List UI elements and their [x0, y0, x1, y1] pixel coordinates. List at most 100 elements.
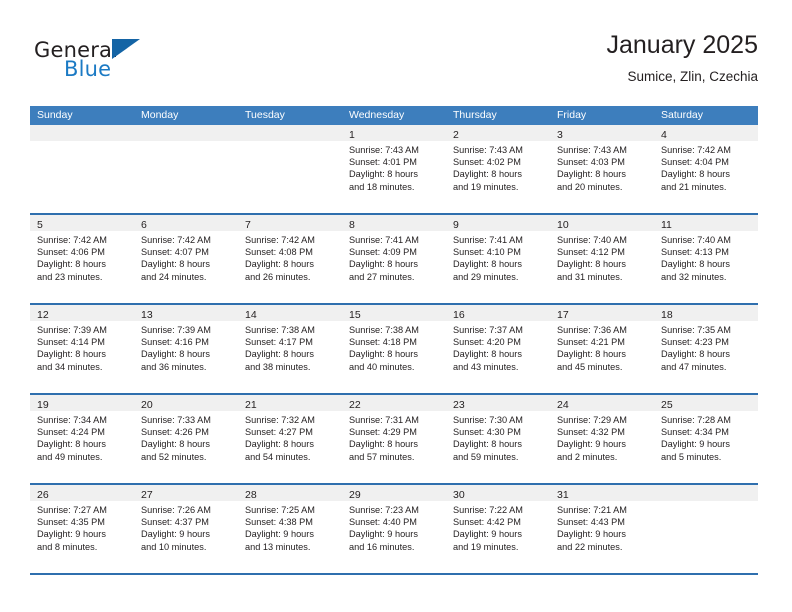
daylight-text-line1: Daylight: 8 hours — [141, 259, 210, 270]
daylight-text-line1: Daylight: 8 hours — [453, 259, 522, 270]
calendar-day-cell[interactable]: 4 Sunrise: 7:42 AM Sunset: 4:04 PM Daylight… — [654, 125, 758, 213]
calendar-day-cell[interactable]: 5 Sunrise: 7:42 AM Sunset: 4:06 PM Daylight… — [30, 215, 134, 303]
calendar-day-cell[interactable]: 17 Sunrise: 7:36 AM Sunset: 4:21 PM Dayligh… — [550, 305, 654, 393]
daylight-text-line1: Daylight: 8 hours — [37, 439, 106, 450]
day-details: Sunrise: 7:25 AM Sunset: 4:38 PM Daylight:… — [238, 501, 342, 553]
brand-name-blue: Blue — [64, 57, 112, 81]
sunset-text: Sunset: 4:13 PM — [661, 247, 729, 258]
calendar-day-cell[interactable]: 22 Sunrise: 7:31 AM Sunset: 4:29 PM Dayligh… — [342, 395, 446, 483]
sunrise-text: Sunrise: 7:43 AM — [453, 145, 523, 155]
sunrise-text: Sunrise: 7:28 AM — [661, 415, 731, 425]
calendar-day-cell[interactable]: 23 Sunrise: 7:30 AM Sunset: 4:30 PM Dayligh… — [446, 395, 550, 483]
calendar-day-cell-empty — [654, 485, 758, 573]
day-number-band: 6 — [134, 215, 238, 231]
sunrise-text: Sunrise: 7:40 AM — [661, 235, 731, 245]
day-number-band: 18 — [654, 305, 758, 321]
calendar-day-cell[interactable]: 11 Sunrise: 7:40 AM Sunset: 4:13 PM Dayligh… — [654, 215, 758, 303]
daylight-text-line2: and 10 minutes. — [141, 541, 207, 552]
weekday-header-row: Sunday Monday Tuesday Wednesday Thursday Frid… — [30, 106, 758, 125]
day-number-band: 10 — [550, 215, 654, 231]
daylight-text-line1: Daylight: 8 hours — [661, 169, 730, 180]
page-header: General Blue January 2025 Sumice, Zlin, … — [34, 30, 758, 98]
day-details: Sunrise: 7:40 AM Sunset: 4:12 PM Daylight:… — [550, 231, 654, 283]
day-number: 4 — [661, 129, 667, 141]
daylight-text-line1: Daylight: 8 hours — [245, 259, 314, 270]
sunset-text: Sunset: 4:06 PM — [37, 247, 105, 258]
day-number-band: 13 — [134, 305, 238, 321]
calendar-day-cell[interactable]: 19 Sunrise: 7:34 AM Sunset: 4:24 PM Dayligh… — [30, 395, 134, 483]
calendar-day-cell[interactable]: 28 Sunrise: 7:25 AM Sunset: 4:38 PM Dayligh… — [238, 485, 342, 573]
calendar-day-cell[interactable]: 8 Sunrise: 7:41 AM Sunset: 4:09 PM Daylight… — [342, 215, 446, 303]
daylight-text-line2: and 38 minutes. — [245, 361, 311, 372]
sunrise-text: Sunrise: 7:42 AM — [37, 235, 107, 245]
daylight-text-line1: Daylight: 9 hours — [557, 439, 626, 450]
calendar-day-cell[interactable]: 13 Sunrise: 7:39 AM Sunset: 4:16 PM Dayligh… — [134, 305, 238, 393]
calendar-day-cell[interactable]: 27 Sunrise: 7:26 AM Sunset: 4:37 PM Dayligh… — [134, 485, 238, 573]
sunrise-text: Sunrise: 7:33 AM — [141, 415, 211, 425]
calendar-day-cell[interactable]: 25 Sunrise: 7:28 AM Sunset: 4:34 PM Dayligh… — [654, 395, 758, 483]
brand-logo[interactable]: General Blue — [34, 30, 264, 90]
calendar-day-cell[interactable]: 2 Sunrise: 7:43 AM Sunset: 4:02 PM Daylight… — [446, 125, 550, 213]
calendar-day-cell[interactable]: 21 Sunrise: 7:32 AM Sunset: 4:27 PM Dayligh… — [238, 395, 342, 483]
day-details: Sunrise: 7:42 AM Sunset: 4:04 PM Daylight:… — [654, 141, 758, 193]
sunrise-text: Sunrise: 7:30 AM — [453, 415, 523, 425]
daylight-text-line1: Daylight: 8 hours — [453, 349, 522, 360]
daylight-text-line2: and 31 minutes. — [557, 271, 623, 282]
calendar-week-row: 19 Sunrise: 7:34 AM Sunset: 4:24 PM Dayligh… — [30, 393, 758, 483]
day-number: 9 — [453, 219, 459, 231]
sunset-text: Sunset: 4:03 PM — [557, 157, 625, 168]
page-subtitle: Sumice, Zlin, Czechia — [627, 69, 758, 84]
day-number: 29 — [349, 489, 361, 501]
calendar-day-cell[interactable]: 12 Sunrise: 7:39 AM Sunset: 4:14 PM Dayligh… — [30, 305, 134, 393]
calendar-day-cell[interactable]: 6 Sunrise: 7:42 AM Sunset: 4:07 PM Daylight… — [134, 215, 238, 303]
calendar-day-cell[interactable]: 1 Sunrise: 7:43 AM Sunset: 4:01 PM Daylight… — [342, 125, 446, 213]
sunrise-text: Sunrise: 7:43 AM — [349, 145, 419, 155]
day-number-band: 12 — [30, 305, 134, 321]
weekday-header-friday: Friday — [557, 109, 587, 121]
sunset-text: Sunset: 4:18 PM — [349, 337, 417, 348]
daylight-text-line2: and 36 minutes. — [141, 361, 207, 372]
daylight-text-line2: and 43 minutes. — [453, 361, 519, 372]
sunset-text: Sunset: 4:21 PM — [557, 337, 625, 348]
day-details: Sunrise: 7:31 AM Sunset: 4:29 PM Daylight:… — [342, 411, 446, 463]
calendar-day-cell[interactable]: 9 Sunrise: 7:41 AM Sunset: 4:10 PM Daylight… — [446, 215, 550, 303]
sunrise-text: Sunrise: 7:35 AM — [661, 325, 731, 335]
day-details: Sunrise: 7:38 AM Sunset: 4:18 PM Daylight:… — [342, 321, 446, 373]
calendar-day-cell[interactable]: 10 Sunrise: 7:40 AM Sunset: 4:12 PM Dayligh… — [550, 215, 654, 303]
sunset-text: Sunset: 4:43 PM — [557, 517, 625, 528]
calendar-day-cell[interactable]: 14 Sunrise: 7:38 AM Sunset: 4:17 PM Dayligh… — [238, 305, 342, 393]
calendar-grid: Sunday Monday Tuesday Wednesday Thursday Frid… — [30, 106, 758, 575]
daylight-text-line1: Daylight: 9 hours — [557, 529, 626, 540]
sunset-text: Sunset: 4:07 PM — [141, 247, 209, 258]
calendar-day-cell[interactable]: 29 Sunrise: 7:23 AM Sunset: 4:40 PM Dayligh… — [342, 485, 446, 573]
day-details: Sunrise: 7:43 AM Sunset: 4:02 PM Daylight:… — [446, 141, 550, 193]
calendar-day-cell[interactable]: 7 Sunrise: 7:42 AM Sunset: 4:08 PM Daylight… — [238, 215, 342, 303]
day-details: Sunrise: 7:35 AM Sunset: 4:23 PM Daylight:… — [654, 321, 758, 373]
daylight-text-line2: and 8 minutes. — [37, 541, 98, 552]
day-details: Sunrise: 7:41 AM Sunset: 4:10 PM Daylight:… — [446, 231, 550, 283]
day-number: 8 — [349, 219, 355, 231]
calendar-day-cell[interactable]: 18 Sunrise: 7:35 AM Sunset: 4:23 PM Dayligh… — [654, 305, 758, 393]
day-number-band: 20 — [134, 395, 238, 411]
calendar-day-cell[interactable]: 26 Sunrise: 7:27 AM Sunset: 4:35 PM Dayligh… — [30, 485, 134, 573]
sunrise-text: Sunrise: 7:31 AM — [349, 415, 419, 425]
calendar-day-cell[interactable]: 24 Sunrise: 7:29 AM Sunset: 4:32 PM Dayligh… — [550, 395, 654, 483]
day-number: 25 — [661, 399, 673, 411]
daylight-text-line2: and 13 minutes. — [245, 541, 311, 552]
sunset-text: Sunset: 4:01 PM — [349, 157, 417, 168]
calendar-day-cell[interactable]: 31 Sunrise: 7:21 AM Sunset: 4:43 PM Dayligh… — [550, 485, 654, 573]
daylight-text-line2: and 2 minutes. — [557, 451, 618, 462]
calendar-day-cell[interactable]: 3 Sunrise: 7:43 AM Sunset: 4:03 PM Daylight… — [550, 125, 654, 213]
day-number: 12 — [37, 309, 49, 321]
day-details — [30, 141, 134, 144]
calendar-day-cell[interactable]: 20 Sunrise: 7:33 AM Sunset: 4:26 PM Dayligh… — [134, 395, 238, 483]
calendar-day-cell[interactable]: 15 Sunrise: 7:38 AM Sunset: 4:18 PM Dayligh… — [342, 305, 446, 393]
daylight-text-line1: Daylight: 8 hours — [349, 439, 418, 450]
day-details: Sunrise: 7:29 AM Sunset: 4:32 PM Daylight:… — [550, 411, 654, 463]
daylight-text-line2: and 23 minutes. — [37, 271, 103, 282]
calendar-day-cell[interactable]: 16 Sunrise: 7:37 AM Sunset: 4:20 PM Dayligh… — [446, 305, 550, 393]
day-number-band: 22 — [342, 395, 446, 411]
daylight-text-line1: Daylight: 9 hours — [245, 529, 314, 540]
daylight-text-line2: and 32 minutes. — [661, 271, 727, 282]
calendar-day-cell[interactable]: 30 Sunrise: 7:22 AM Sunset: 4:42 PM Dayligh… — [446, 485, 550, 573]
